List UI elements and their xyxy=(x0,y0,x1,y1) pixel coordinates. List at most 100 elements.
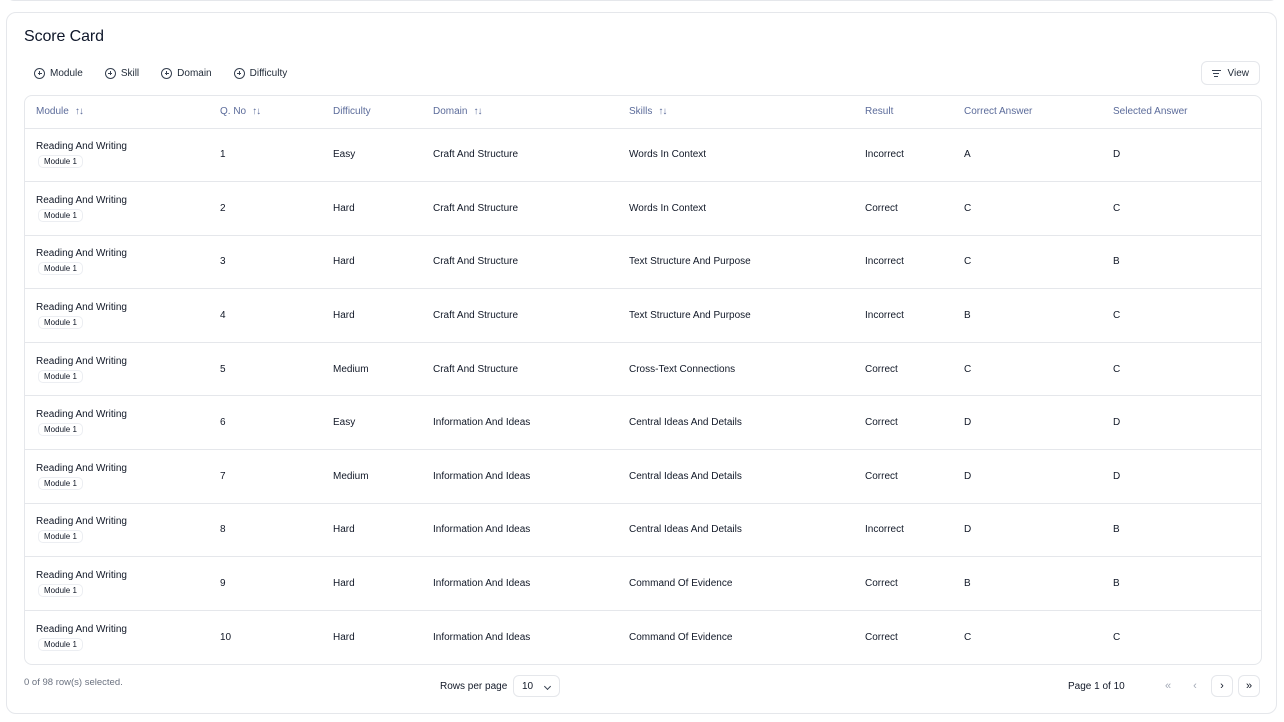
pagination-controls: « ‹ › » xyxy=(1157,675,1260,697)
last-page-button[interactable]: » xyxy=(1238,675,1260,697)
cell-domain: Information And Ideas xyxy=(433,417,531,429)
table-header-row: Module ↑↓ Q. No ↑↓ Difficulty Domain ↑↓ Skills ↑… xyxy=(25,96,1261,128)
module-badge: Module 1 xyxy=(38,584,83,598)
sort-arrows-icon[interactable]: ↑↓ xyxy=(473,106,482,117)
module-name: Reading And Writing xyxy=(36,409,127,421)
filter-button-difficulty[interactable]: Difficulty xyxy=(224,61,298,85)
cell-module: Reading And Writing Module 1 xyxy=(25,610,209,664)
cell-domain: Information And Ideas xyxy=(433,631,531,643)
sort-arrows-icon[interactable]: ↑↓ xyxy=(658,106,667,117)
module-badge: Module 1 xyxy=(38,369,83,383)
cell-result: Correct xyxy=(865,470,898,482)
cell-selected: B xyxy=(1113,524,1120,536)
cell-selected: C xyxy=(1113,202,1121,214)
table-row[interactable]: Reading And Writing Module 1 5 Medium Craft … xyxy=(25,342,1261,396)
cell-result: Correct xyxy=(865,578,898,590)
sort-arrows-icon[interactable]: ↑↓ xyxy=(252,106,261,117)
filter-label-module: Module xyxy=(50,67,83,79)
table-row[interactable]: Reading And Writing Module 1 10 Hard Informa… xyxy=(25,610,1261,664)
module-name: Reading And Writing xyxy=(36,570,127,582)
cell-domain: Craft And Structure xyxy=(433,310,519,322)
cell-correct: D xyxy=(964,524,972,536)
sliders-icon xyxy=(1211,69,1221,77)
filter-button-skill[interactable]: Skill xyxy=(95,61,149,85)
module-badge: Module 1 xyxy=(38,637,83,651)
column-header-qno[interactable]: Q. No ↑↓ xyxy=(209,96,322,128)
module-badge: Module 1 xyxy=(38,476,83,490)
cell-difficulty: Hard xyxy=(333,256,355,268)
cell-domain: Information And Ideas xyxy=(433,470,531,482)
cell-correct: B xyxy=(964,578,971,590)
column-header-domain[interactable]: Domain ↑↓ xyxy=(422,96,618,128)
cell-selected: D xyxy=(1113,417,1121,429)
cell-result: Correct xyxy=(865,631,898,643)
filter-label-domain: Domain xyxy=(177,67,212,79)
cell-module: Reading And Writing Module 1 xyxy=(25,557,209,611)
column-header-label: Domain xyxy=(433,106,468,118)
table-row[interactable]: Reading And Writing Module 1 6 Easy Informat… xyxy=(25,395,1261,450)
column-header-label: Module xyxy=(36,106,69,118)
cell-domain: Information And Ideas xyxy=(433,578,531,590)
cell-difficulty: Hard xyxy=(333,578,355,590)
cell-module: Reading And Writing Module 1 xyxy=(25,396,209,450)
view-options-button[interactable]: View xyxy=(1200,61,1260,85)
cell-difficulty: Easy xyxy=(333,149,356,161)
cell-qno: 4 xyxy=(220,310,226,322)
sort-arrows-icon[interactable]: ↑↓ xyxy=(75,106,84,117)
cell-skill: Cross-Text Connections xyxy=(629,363,736,375)
module-name: Reading And Writing xyxy=(36,194,127,206)
cell-correct: A xyxy=(964,149,971,161)
table-row[interactable]: Reading And Writing Module 1 1 Easy Craft An… xyxy=(25,128,1261,182)
table-row[interactable]: Reading And Writing Module 1 9 Hard Informat… xyxy=(25,556,1261,611)
table-row[interactable]: Reading And Writing Module 1 4 Hard Craft An… xyxy=(25,288,1261,343)
score-table-container: Module ↑↓ Q. No ↑↓ Difficulty Domain ↑↓ Skills ↑… xyxy=(24,95,1262,665)
module-badge: Module 1 xyxy=(38,262,83,276)
cell-selected: B xyxy=(1113,578,1120,590)
column-header-label: Selected Answer xyxy=(1113,106,1188,118)
cell-correct: B xyxy=(964,310,971,322)
filter-button-domain[interactable]: Domain xyxy=(151,61,221,85)
cell-module: Reading And Writing Module 1 xyxy=(25,289,209,343)
table-row[interactable]: Reading And Writing Module 1 8 Hard Informat… xyxy=(25,503,1261,557)
cell-qno: 2 xyxy=(220,202,226,214)
cell-result: Incorrect xyxy=(865,310,904,322)
rows-per-page-label: Rows per page xyxy=(440,681,508,692)
module-name: Reading And Writing xyxy=(36,302,127,314)
cell-selected: B xyxy=(1113,256,1120,268)
column-header-label: Q. No xyxy=(220,106,247,118)
cell-skill: Text Structure And Purpose xyxy=(629,310,751,322)
cell-qno: 3 xyxy=(220,256,226,268)
table-row[interactable]: Reading And Writing Module 1 7 Medium Inform… xyxy=(25,449,1261,504)
table-row[interactable]: Reading And Writing Module 1 3 Hard Craft An… xyxy=(25,235,1261,289)
cell-difficulty: Hard xyxy=(333,631,355,643)
cell-domain: Information And Ideas xyxy=(433,524,531,536)
score-card-panel: Score Card Module Skill Domain Difficulty V… xyxy=(6,12,1277,714)
next-page-button[interactable]: › xyxy=(1211,675,1233,697)
column-header-correct: Correct Answer xyxy=(953,96,1102,128)
column-header-result: Result xyxy=(854,96,953,128)
cell-difficulty: Hard xyxy=(333,310,355,322)
cell-skill: Central Ideas And Details xyxy=(629,524,742,536)
cell-result: Incorrect xyxy=(865,256,904,268)
cell-selected: C xyxy=(1113,310,1121,322)
cell-skill: Words In Context xyxy=(629,202,707,214)
next-page-icon: › xyxy=(1220,680,1224,692)
module-name: Reading And Writing xyxy=(36,516,127,528)
column-header-selected: Selected Answer xyxy=(1102,96,1261,128)
previous-page-button: ‹ xyxy=(1184,675,1206,697)
cell-domain: Craft And Structure xyxy=(433,363,519,375)
cell-domain: Craft And Structure xyxy=(433,149,519,161)
cell-correct: D xyxy=(964,417,972,429)
cell-module: Reading And Writing Module 1 xyxy=(25,182,209,236)
column-header-module[interactable]: Module ↑↓ xyxy=(25,96,209,128)
view-button-label: View xyxy=(1227,67,1250,79)
cell-skill: Words In Context xyxy=(629,149,707,161)
cell-skill: Central Ideas And Details xyxy=(629,417,742,429)
column-header-skill[interactable]: Skills ↑↓ xyxy=(618,96,854,128)
filter-button-module[interactable]: Module xyxy=(24,61,93,85)
filter-label-skill: Skill xyxy=(120,67,140,79)
module-name: Reading And Writing xyxy=(36,355,127,367)
rows-per-page-select[interactable]: 10 xyxy=(513,675,560,697)
table-row[interactable]: Reading And Writing Module 1 2 Hard Craft An… xyxy=(25,181,1261,236)
cell-result: Correct xyxy=(865,363,898,375)
